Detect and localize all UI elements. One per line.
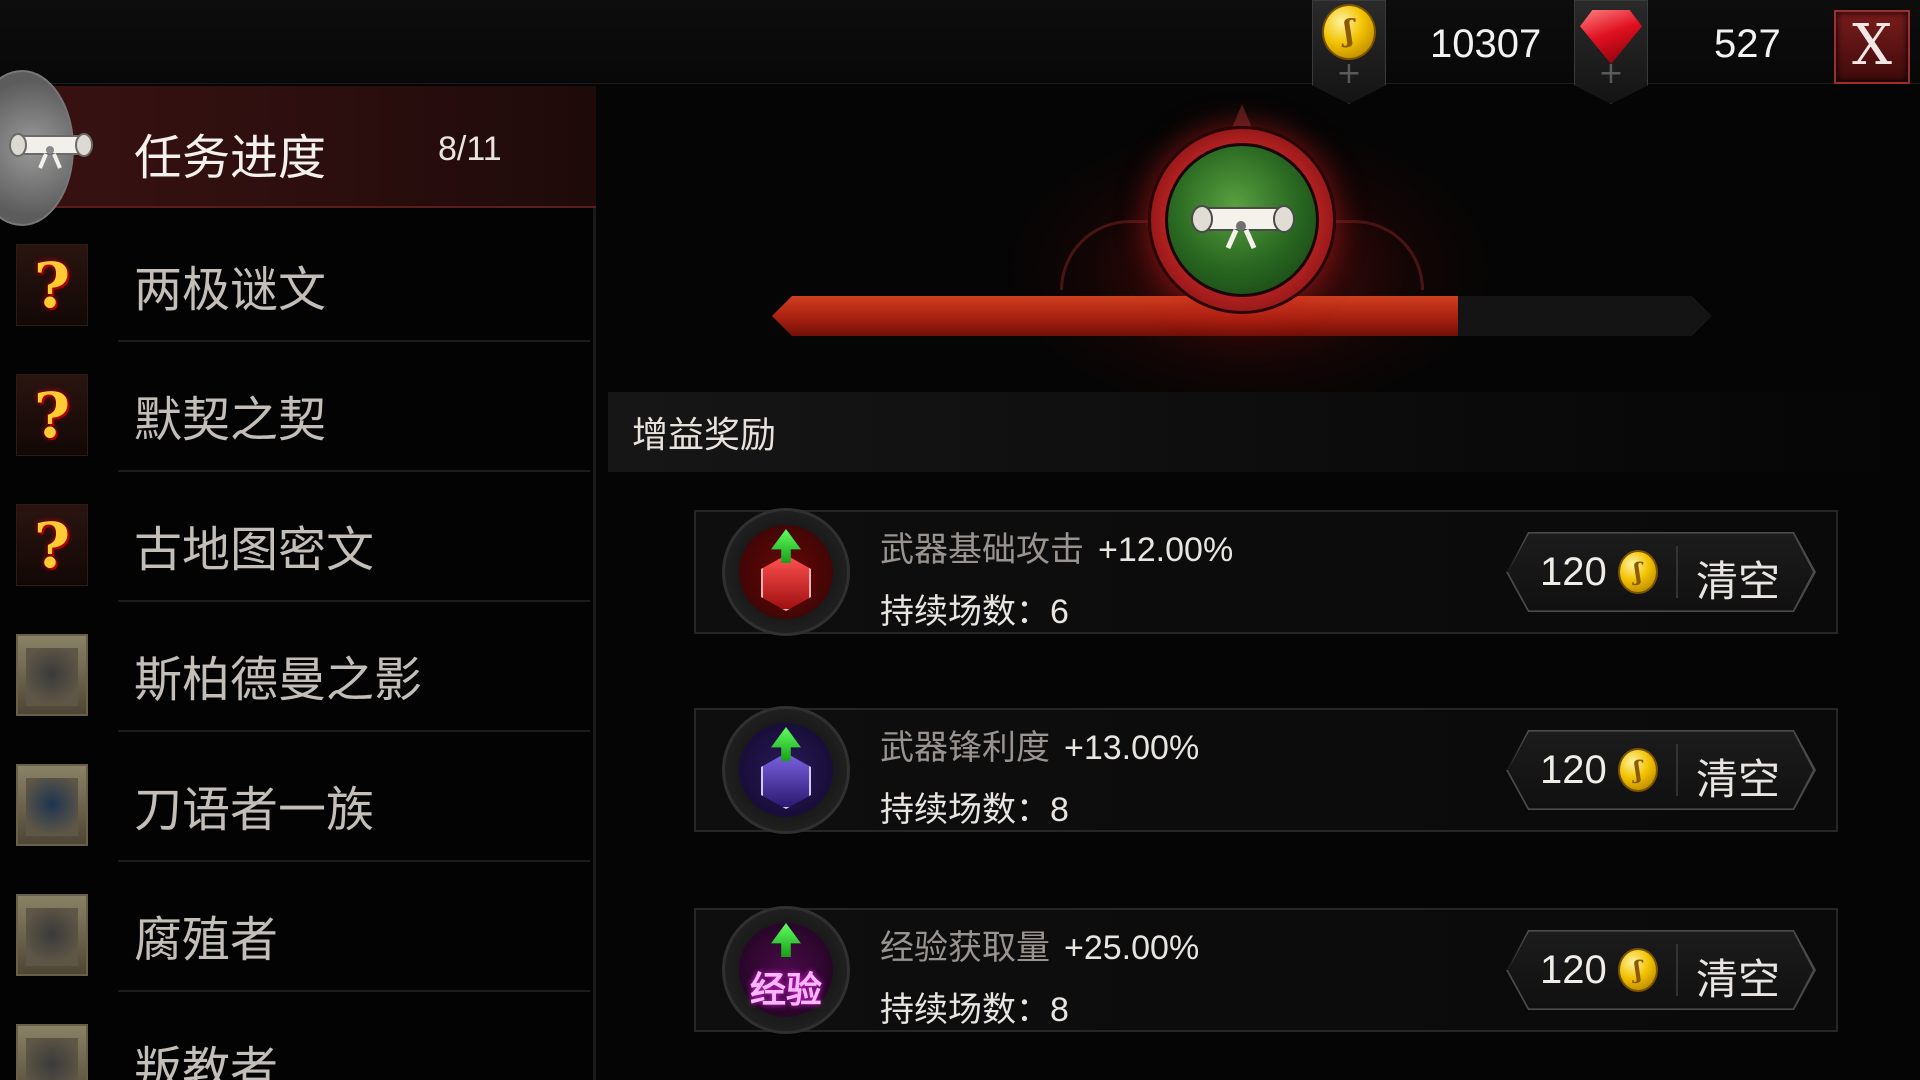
buff-duration: 持续场数：8 xyxy=(880,782,1069,831)
emblem-spike xyxy=(1232,104,1252,128)
quest-label: 腐殖者 xyxy=(134,912,279,968)
quest-item-4[interactable]: 斯柏德曼之影 xyxy=(0,602,590,732)
quest-mark-icon: ? xyxy=(16,504,88,586)
clear-buff-button[interactable]: 120 ʃ 清空 xyxy=(1506,930,1816,1010)
weapon-sharpness-icon xyxy=(722,706,850,834)
clear-cost: 120 xyxy=(1540,748,1607,792)
monster-card-icon xyxy=(16,634,88,716)
duration-value: 8 xyxy=(1050,791,1069,829)
quest-item-2[interactable]: ? 默契之契 xyxy=(0,342,590,472)
weapon-attack-icon xyxy=(722,508,850,636)
quest-item-6[interactable]: 腐殖者 xyxy=(0,862,590,992)
quest-progress-fill xyxy=(772,296,1459,336)
buff-value: +25.00% xyxy=(1064,929,1200,967)
rewards-section-header xyxy=(608,392,1908,472)
clear-label: 清空 xyxy=(1696,557,1781,606)
monster-card-icon xyxy=(16,1024,88,1080)
quest-mark-icon: ? xyxy=(16,244,88,326)
quest-label: 两极谜文 xyxy=(134,262,327,318)
quest-progress-header[interactable]: 任务进度 8/11 xyxy=(0,70,596,226)
clear-cost: 120 xyxy=(1540,948,1607,992)
quest-item-7[interactable]: 叛教者 xyxy=(0,992,590,1080)
divider xyxy=(1676,546,1678,598)
buff-duration: 持续场数：8 xyxy=(880,982,1069,1031)
duration-label: 持续场数： xyxy=(880,990,1050,1030)
quest-label: 古地图密文 xyxy=(134,522,375,578)
monster-card-icon xyxy=(16,764,88,846)
quest-label: 默契之契 xyxy=(134,392,327,448)
buff-card-sharpness: 武器锋利度 +13.00% 持续场数：8 120 ʃ 清空 xyxy=(694,706,1838,834)
experience-icon: 经验 xyxy=(722,906,850,1034)
quest-progress-title: 任务进度 xyxy=(134,130,327,186)
gold-coin-icon: ʃ xyxy=(1618,748,1658,792)
plus-icon: + xyxy=(1336,56,1362,91)
scroll-icon xyxy=(9,133,93,169)
gold-coin-icon: ʃ xyxy=(1618,550,1658,594)
close-button[interactable]: X xyxy=(1834,10,1910,84)
buff-name-text: 武器锋利度 xyxy=(880,728,1050,768)
quest-label: 斯柏德曼之影 xyxy=(134,652,423,708)
quest-item-3[interactable]: ? 古地图密文 xyxy=(0,472,590,602)
buff-card-experience: 经验 经验获取量 +25.00% 持续场数：8 120 ʃ 清空 xyxy=(694,906,1838,1034)
quest-emblem xyxy=(1148,126,1336,314)
buff-name: 武器锋利度 +13.00% xyxy=(880,720,1199,769)
buff-value: +13.00% xyxy=(1064,729,1200,767)
gold-amount: 10307 xyxy=(1430,22,1542,66)
quest-progress-count: 8/11 xyxy=(438,130,502,168)
buff-name-text: 经验获取量 xyxy=(880,928,1050,968)
experience-icon-text: 经验 xyxy=(749,970,822,1011)
buff-card-attack: 武器基础攻击 +12.00% 持续场数：6 120 ʃ 清空 xyxy=(694,508,1838,636)
buff-name-text: 武器基础攻击 xyxy=(880,530,1084,570)
clear-buff-button[interactable]: 120 ʃ 清空 xyxy=(1506,730,1816,810)
buff-name: 武器基础攻击 +12.00% xyxy=(880,522,1233,571)
duration-label: 持续场数： xyxy=(880,592,1050,632)
quest-list-panel: 任务进度 8/11 ? 两极谜文 ? 默契之契 ? 古地图密文 斯柏德曼之影 刀… xyxy=(0,70,596,1080)
quest-item-5[interactable]: 刀语者一族 xyxy=(0,732,590,862)
gold-coin-icon: ʃ xyxy=(1322,4,1376,60)
clear-label: 清空 xyxy=(1696,755,1781,804)
buff-name: 经验获取量 +25.00% xyxy=(880,920,1199,969)
quest-label: 刀语者一族 xyxy=(134,782,375,838)
divider xyxy=(1676,744,1678,796)
monster-card-icon xyxy=(16,894,88,976)
top-bar: + ʃ 10307 + 527 X xyxy=(0,0,1920,104)
clear-label: 清空 xyxy=(1696,955,1781,1004)
divider xyxy=(1676,944,1678,996)
clear-cost: 120 xyxy=(1540,550,1607,594)
quest-label: 叛教者 xyxy=(134,1042,279,1080)
gem-amount: 527 xyxy=(1714,22,1781,66)
duration-value: 6 xyxy=(1050,593,1069,631)
rewards-section-title: 增益奖励 xyxy=(632,415,777,456)
emblem-inner xyxy=(1165,143,1319,297)
scroll-icon xyxy=(1191,205,1295,250)
quest-item-1[interactable]: ? 两极谜文 xyxy=(0,212,590,342)
buff-duration: 持续场数：6 xyxy=(880,584,1069,633)
quest-mark-icon: ? xyxy=(16,374,88,456)
buff-value: +12.00% xyxy=(1098,531,1234,569)
duration-label: 持续场数： xyxy=(880,790,1050,830)
gold-coin-icon: ʃ xyxy=(1618,948,1658,992)
duration-value: 8 xyxy=(1050,991,1069,1029)
clear-buff-button[interactable]: 120 ʃ 清空 xyxy=(1506,532,1816,612)
